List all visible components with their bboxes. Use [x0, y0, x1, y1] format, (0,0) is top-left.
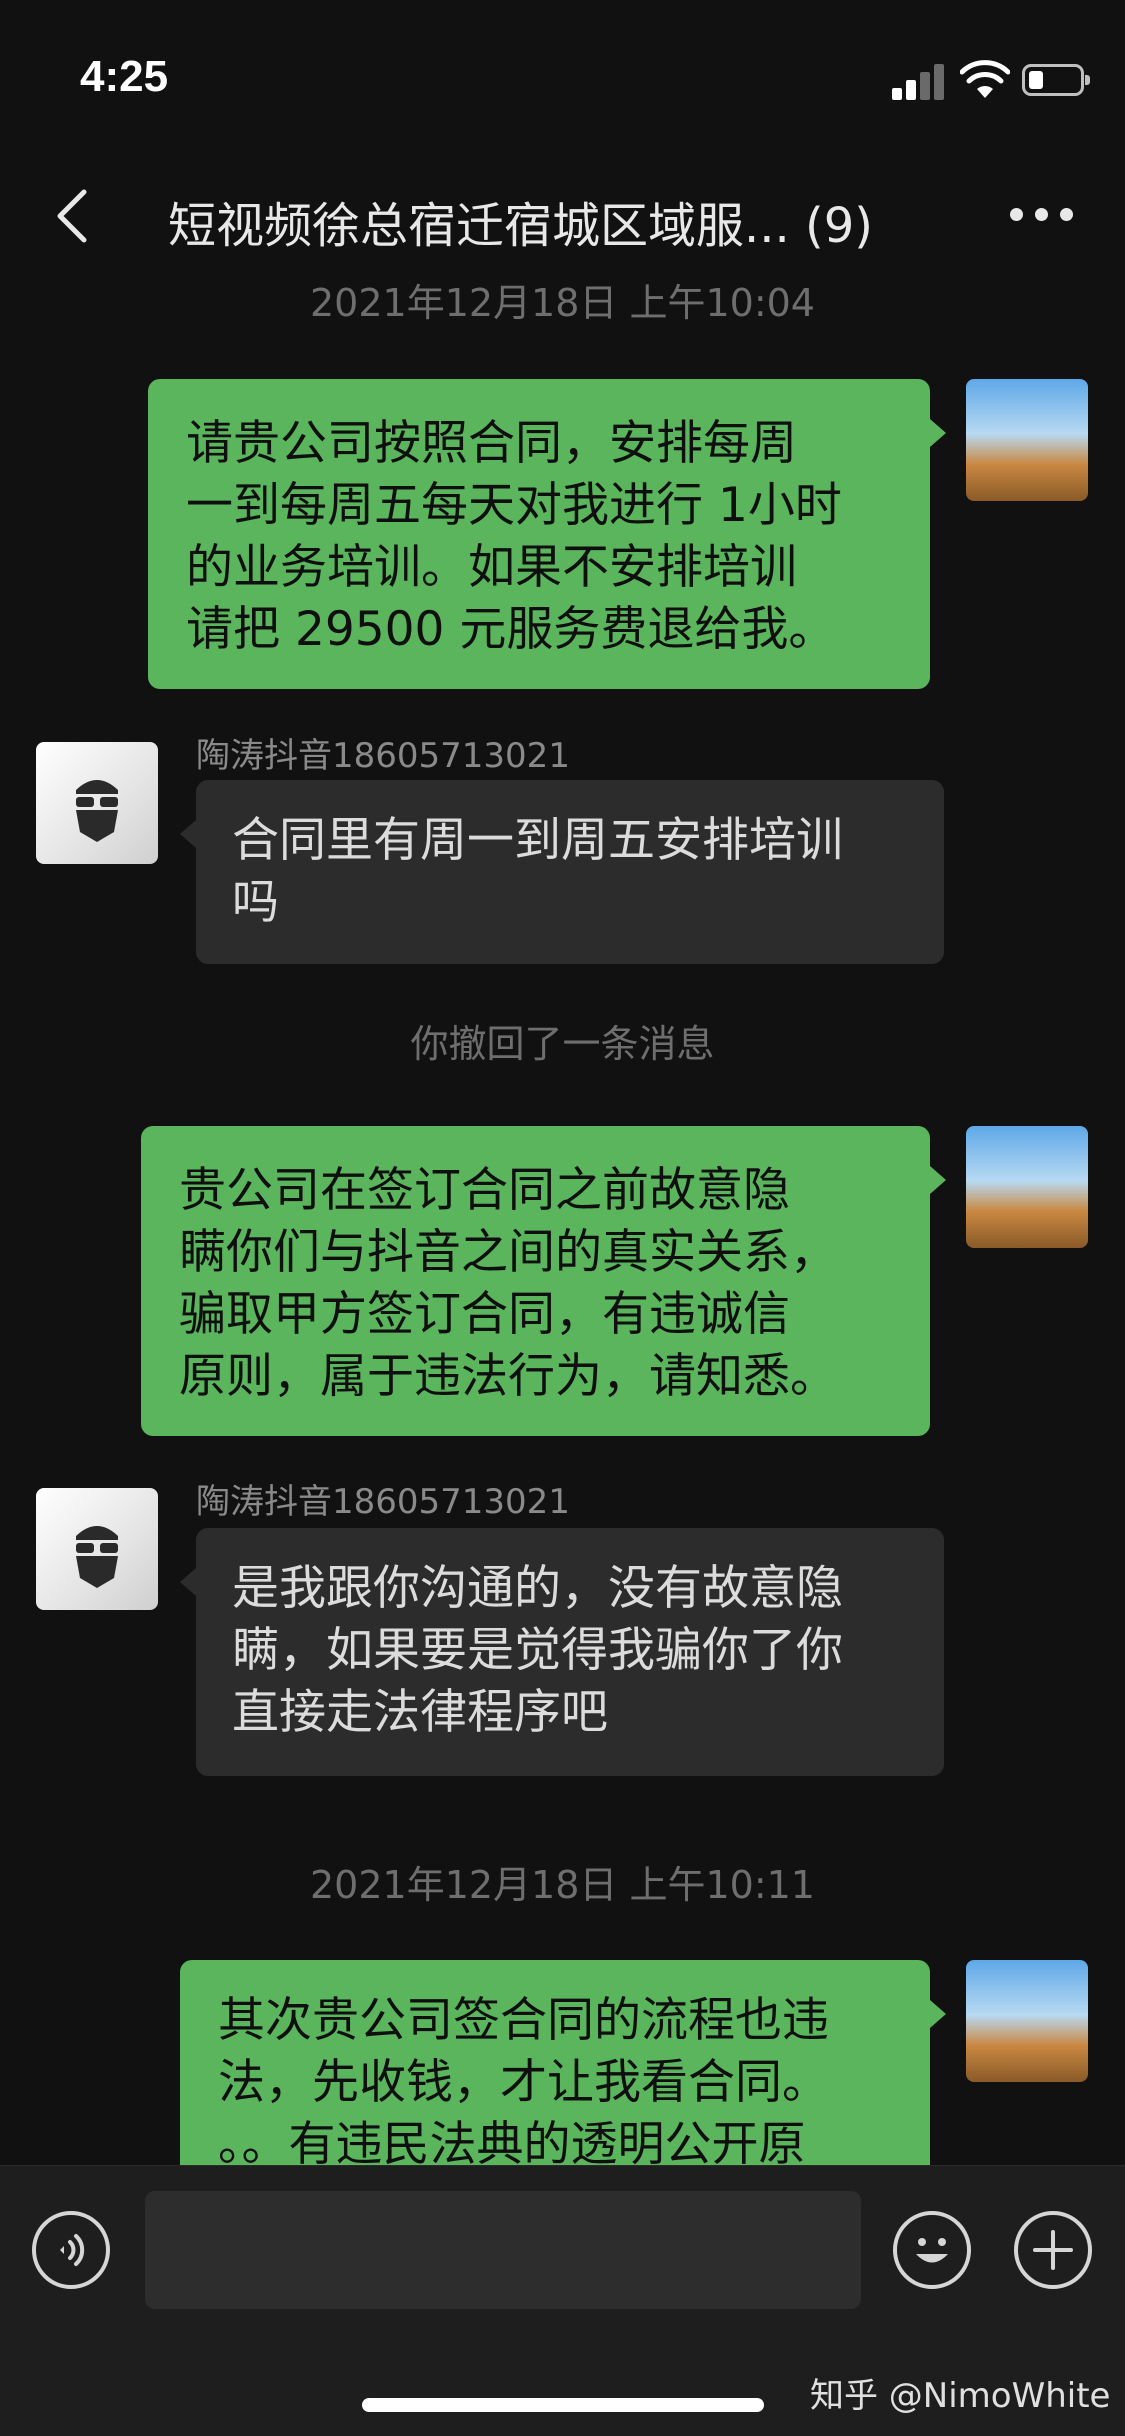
recall-notice: 你撤回了一条消息	[410, 1022, 715, 1066]
more-horizontal-icon[interactable]	[1010, 208, 1074, 224]
message-line: 是我跟你沟通的，没有故意隐	[232, 1561, 843, 1616]
self-avatar[interactable]	[966, 1126, 1088, 1248]
contact-avatar[interactable]	[36, 742, 158, 864]
message-line: 原则，属于违法行为，请知悉。	[179, 1349, 837, 1404]
message-input[interactable]	[145, 2191, 861, 2309]
self-avatar[interactable]	[966, 1960, 1088, 2082]
message-line: 瞒，如果要是觉得我骗你了你	[232, 1623, 843, 1678]
nav-bar: 短视频徐总宿迁宿城区域服... (9)	[0, 150, 1125, 280]
home-indicator[interactable]	[362, 2398, 764, 2412]
bearded-man-avatar-icon	[76, 1526, 118, 1588]
wifi-icon	[960, 60, 1010, 98]
message-line: 骗取甲方签订合同，有违诚信	[179, 1287, 790, 1342]
self-avatar[interactable]	[966, 379, 1088, 501]
chat-title: 短视频徐总宿迁宿城区域服... (9)	[168, 198, 874, 254]
cellular-signal-icon	[892, 62, 944, 100]
chevron-left-icon[interactable]	[50, 188, 94, 244]
sender-name: 陶涛抖音18605713021	[196, 736, 570, 776]
status-time: 4:25	[80, 52, 169, 101]
timestamp: 2021年12月18日 上午10:04	[309, 281, 815, 325]
message-line: 吗	[232, 875, 279, 930]
self-message-bubble[interactable]: 请贵公司按照合同，安排每周 一到每周五每天对我进行 1小时 的业务培训。如果不安…	[148, 379, 946, 689]
message-line: 请贵公司按照合同，安排每周	[186, 416, 797, 471]
bearded-man-avatar-icon	[76, 780, 118, 842]
battery-icon	[1022, 64, 1090, 96]
message-line: 合同里有周一到周五安排培训	[232, 813, 843, 868]
contact-avatar[interactable]	[36, 1488, 158, 1610]
message-line: 其次贵公司签合同的流程也违	[218, 1993, 829, 2048]
message-line: 瞒你们与抖音之间的真实关系，	[179, 1225, 837, 1280]
message-line: 贵公司在签订合同之前故意隐	[179, 1163, 790, 1218]
voice-icon[interactable]	[32, 2211, 110, 2289]
message-line: 直接走法律程序吧	[232, 1685, 608, 1740]
chat-screen: 4:25 短视频徐总宿迁宿城区域服... (9) 2021年12月18日 上午1…	[0, 0, 1125, 2436]
emoji-icon[interactable]	[893, 2211, 971, 2289]
status-bar: 4:25	[0, 0, 1125, 150]
timestamp: 2021年12月18日 上午10:11	[309, 1863, 815, 1907]
message-line: 一到每周五每天对我进行 1小时	[186, 478, 842, 533]
message-line: 请把 29500 元服务费退给我。	[186, 602, 836, 657]
contact-message-bubble[interactable]: 合同里有周一到周五安排培训 吗	[180, 780, 944, 964]
message-line: 的业务培训。如果不安排培训	[186, 540, 797, 595]
watermark: 知乎 @NimoWhite	[810, 2376, 1111, 2416]
contact-message-bubble[interactable]: 是我跟你沟通的，没有故意隐 瞒，如果要是觉得我骗你了你 直接走法律程序吧	[180, 1528, 944, 1776]
plus-icon[interactable]	[1014, 2211, 1092, 2289]
message-line: 法，先收钱，才让我看合同。	[218, 2055, 829, 2110]
self-message-bubble[interactable]: 贵公司在签订合同之前故意隐 瞒你们与抖音之间的真实关系， 骗取甲方签订合同，有违…	[141, 1126, 946, 1436]
sender-name: 陶涛抖音18605713021	[196, 1482, 570, 1522]
